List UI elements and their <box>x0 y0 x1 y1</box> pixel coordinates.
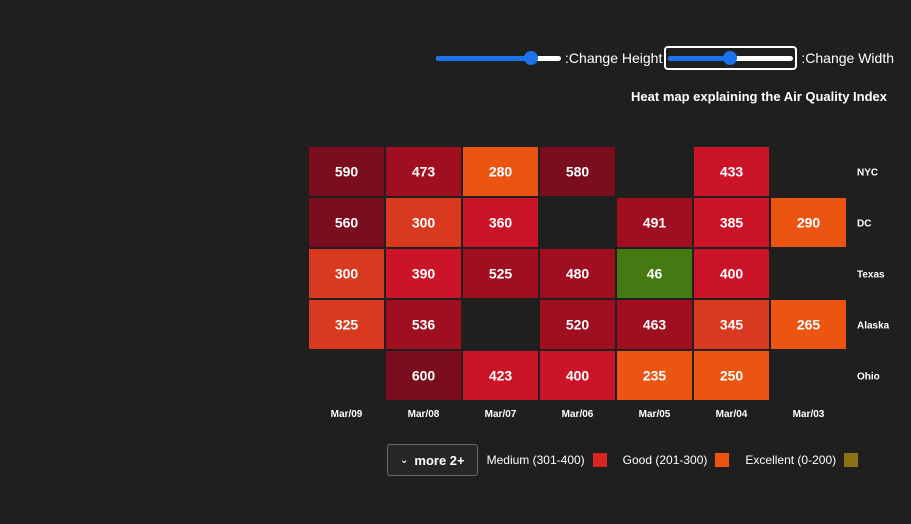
x-axis-label: Mar/08 <box>408 409 440 420</box>
x-axis-label: Mar/06 <box>562 409 594 420</box>
heatmap-cell-label: 46 <box>647 266 663 282</box>
legend-item-excellent[interactable]: Excellent (0-200) <box>745 453 859 467</box>
heatmap-cell-label: 520 <box>566 317 590 333</box>
x-axis-label: Mar/07 <box>485 409 517 420</box>
heatmap-cell-label: 423 <box>489 368 513 384</box>
chevron-down-icon: ⌄ <box>400 454 409 466</box>
x-axis-label: Mar/09 <box>331 409 363 420</box>
heatmap-cell-label: 390 <box>412 266 436 282</box>
legend-item-medium[interactable]: Medium (301-400) <box>487 453 607 467</box>
heatmap-cell-label: 265 <box>797 317 821 333</box>
heatmap-cell-label: 600 <box>412 368 436 384</box>
y-axis-label: Texas <box>857 270 885 281</box>
heatmap-cell-label: 590 <box>335 164 359 180</box>
heatmap-cell-label: 580 <box>566 164 590 180</box>
legend-item-label: Excellent (0-200) <box>745 453 837 467</box>
legend-swatch <box>592 453 607 467</box>
legend-item-good[interactable]: Good (201-300) <box>623 453 730 467</box>
heatmap-cell-label: 235 <box>643 368 667 384</box>
heatmap-cell-label: 325 <box>335 317 359 333</box>
heatmap-cell-label: 560 <box>335 215 359 231</box>
legend-item-label: Good (201-300) <box>622 453 708 467</box>
x-axis-label: Mar/03 <box>793 409 825 420</box>
legend-swatch <box>844 453 859 467</box>
heatmap-cell-label: 290 <box>797 215 821 231</box>
heatmap-cell-label: 491 <box>643 215 667 231</box>
heatmap-cell-label: 300 <box>335 266 359 282</box>
legend-item-label: Medium (301-400) <box>486 453 585 467</box>
y-axis-label: Alaska <box>857 321 890 332</box>
x-axis-label: Mar/04 <box>716 409 748 420</box>
heatmap-cell-label: 360 <box>489 215 513 231</box>
heatmap-cell-label: 345 <box>720 317 744 333</box>
heatmap-cell-label: 536 <box>412 317 436 333</box>
heatmap-cell-label: 385 <box>720 215 744 231</box>
heatmap-cell-label: 400 <box>720 266 744 282</box>
heatmap-cell-label: 433 <box>720 164 744 180</box>
heatmap-cell-label: 473 <box>412 164 436 180</box>
heatmap-cell-label: 525 <box>489 266 513 282</box>
heatmap-cell-label: 400 <box>566 368 590 384</box>
y-axis-label: DC <box>857 219 871 230</box>
legend-swatch <box>715 453 730 467</box>
heatmap-cell-label: 300 <box>412 215 436 231</box>
y-axis-label: Ohio <box>857 372 880 383</box>
legend-more-button[interactable]: ⌄ more 2+ <box>387 444 478 476</box>
heatmap-cell-label: 280 <box>489 164 513 180</box>
x-axis-label: Mar/05 <box>639 409 671 420</box>
heatmap-cell-label: 480 <box>566 266 590 282</box>
legend-more-label: more 2+ <box>414 452 465 468</box>
heatmap-cell-label: 250 <box>720 368 744 384</box>
heatmap-cell-label: 463 <box>643 317 667 333</box>
heatmap-chart: 590 473 280 580 433 560 300 360 491 385 290 300 390 5… <box>308 146 890 420</box>
y-axis-label: NYC <box>857 168 878 179</box>
legend: ⌄ more 2+ Medium (301-400) Good (201-300… <box>387 444 859 476</box>
